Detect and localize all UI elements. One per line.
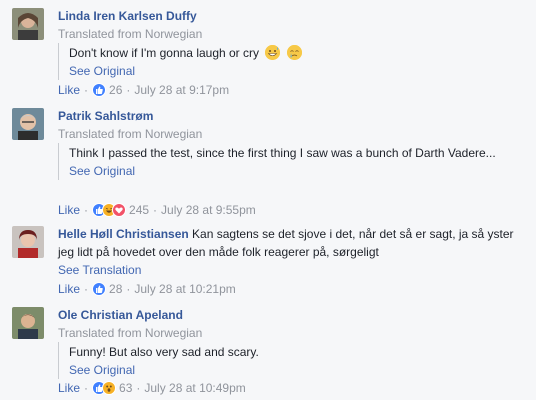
separator-dot: · — [84, 83, 89, 97]
comment-text: Don't know if I'm gonna laugh or cry — [69, 46, 260, 60]
comment-author[interactable]: Helle Høll Christiansen — [58, 227, 189, 241]
comment-author[interactable]: Ole Christian Apeland — [58, 307, 183, 323]
separator-dot: · — [126, 83, 131, 97]
wow-reaction-icon — [102, 381, 117, 395]
grinning-sweat-emoji — [265, 45, 281, 60]
avatar[interactable] — [12, 108, 44, 140]
like-link[interactable]: Like — [58, 82, 80, 98]
timestamp[interactable]: July 28 at 9:17pm — [134, 82, 229, 98]
avatar[interactable] — [12, 226, 44, 258]
crying-emoji — [286, 45, 302, 60]
reaction-count[interactable]: 245 — [129, 202, 149, 218]
separator-dot: · — [153, 203, 158, 217]
comment-text: Think I passed the test, since the first… — [69, 146, 496, 160]
comment-body: Helle Høll Christiansen Kan sagtens se d… — [58, 225, 528, 261]
separator-dot: · — [126, 282, 131, 296]
comment-meta: Like · 28 · July 28 at 10:21pm — [58, 281, 236, 297]
comment-author[interactable]: Linda Iren Karlsen Duffy — [58, 8, 197, 24]
like-link[interactable]: Like — [58, 202, 80, 218]
avatar[interactable] — [12, 8, 44, 40]
comment-text-wrap: Don't know if I'm gonna laugh or cry — [69, 43, 498, 63]
reaction-icons[interactable] — [92, 83, 107, 97]
reaction-count[interactable]: 26 — [109, 82, 122, 98]
timestamp[interactable]: July 28 at 10:49pm — [144, 380, 245, 396]
avatar[interactable] — [12, 307, 44, 339]
comment-quote: Funny! But also very sad and scary. See … — [58, 342, 498, 379]
comment-meta: Like · 245 · July 28 at 9:55pm — [58, 202, 256, 218]
like-link[interactable]: Like — [58, 281, 80, 297]
separator-dot: · — [84, 381, 89, 395]
comment-author[interactable]: Patrik Sahlstrøm — [58, 108, 153, 124]
love-reaction-icon — [112, 203, 127, 217]
separator-dot: · — [84, 282, 89, 296]
separator-dot: · — [84, 203, 89, 217]
timestamp[interactable]: July 28 at 10:21pm — [134, 281, 235, 297]
see-original-link[interactable]: See Original — [69, 362, 498, 379]
reaction-count[interactable]: 28 — [109, 281, 122, 297]
like-reaction-icon — [92, 282, 107, 296]
translation-note: Translated from Norwegian — [58, 326, 203, 340]
see-original-link[interactable]: See Original — [69, 163, 498, 180]
translation-note: Translated from Norwegian — [58, 27, 203, 41]
like-link[interactable]: Like — [58, 380, 80, 396]
reaction-icons[interactable] — [92, 282, 107, 296]
timestamp[interactable]: July 28 at 9:55pm — [161, 202, 256, 218]
reaction-icons[interactable] — [92, 381, 117, 395]
comment-text: Funny! But also very sad and scary. — [69, 345, 259, 359]
see-translation-link[interactable]: See Translation — [58, 262, 141, 279]
comment-quote: Don't know if I'm gonna laugh or cry See… — [58, 43, 498, 80]
comment-meta: Like · 26 · July 28 at 9:17pm — [58, 82, 229, 98]
comment-meta: Like · 63 · July 28 at 10:49pm — [58, 380, 246, 396]
see-original-link[interactable]: See Original — [69, 63, 498, 80]
like-reaction-icon — [92, 83, 107, 97]
reaction-icons[interactable] — [92, 203, 127, 217]
reaction-count[interactable]: 63 — [119, 380, 132, 396]
separator-dot: · — [136, 381, 141, 395]
comment-quote: Think I passed the test, since the first… — [58, 143, 498, 180]
translation-note: Translated from Norwegian — [58, 127, 203, 141]
